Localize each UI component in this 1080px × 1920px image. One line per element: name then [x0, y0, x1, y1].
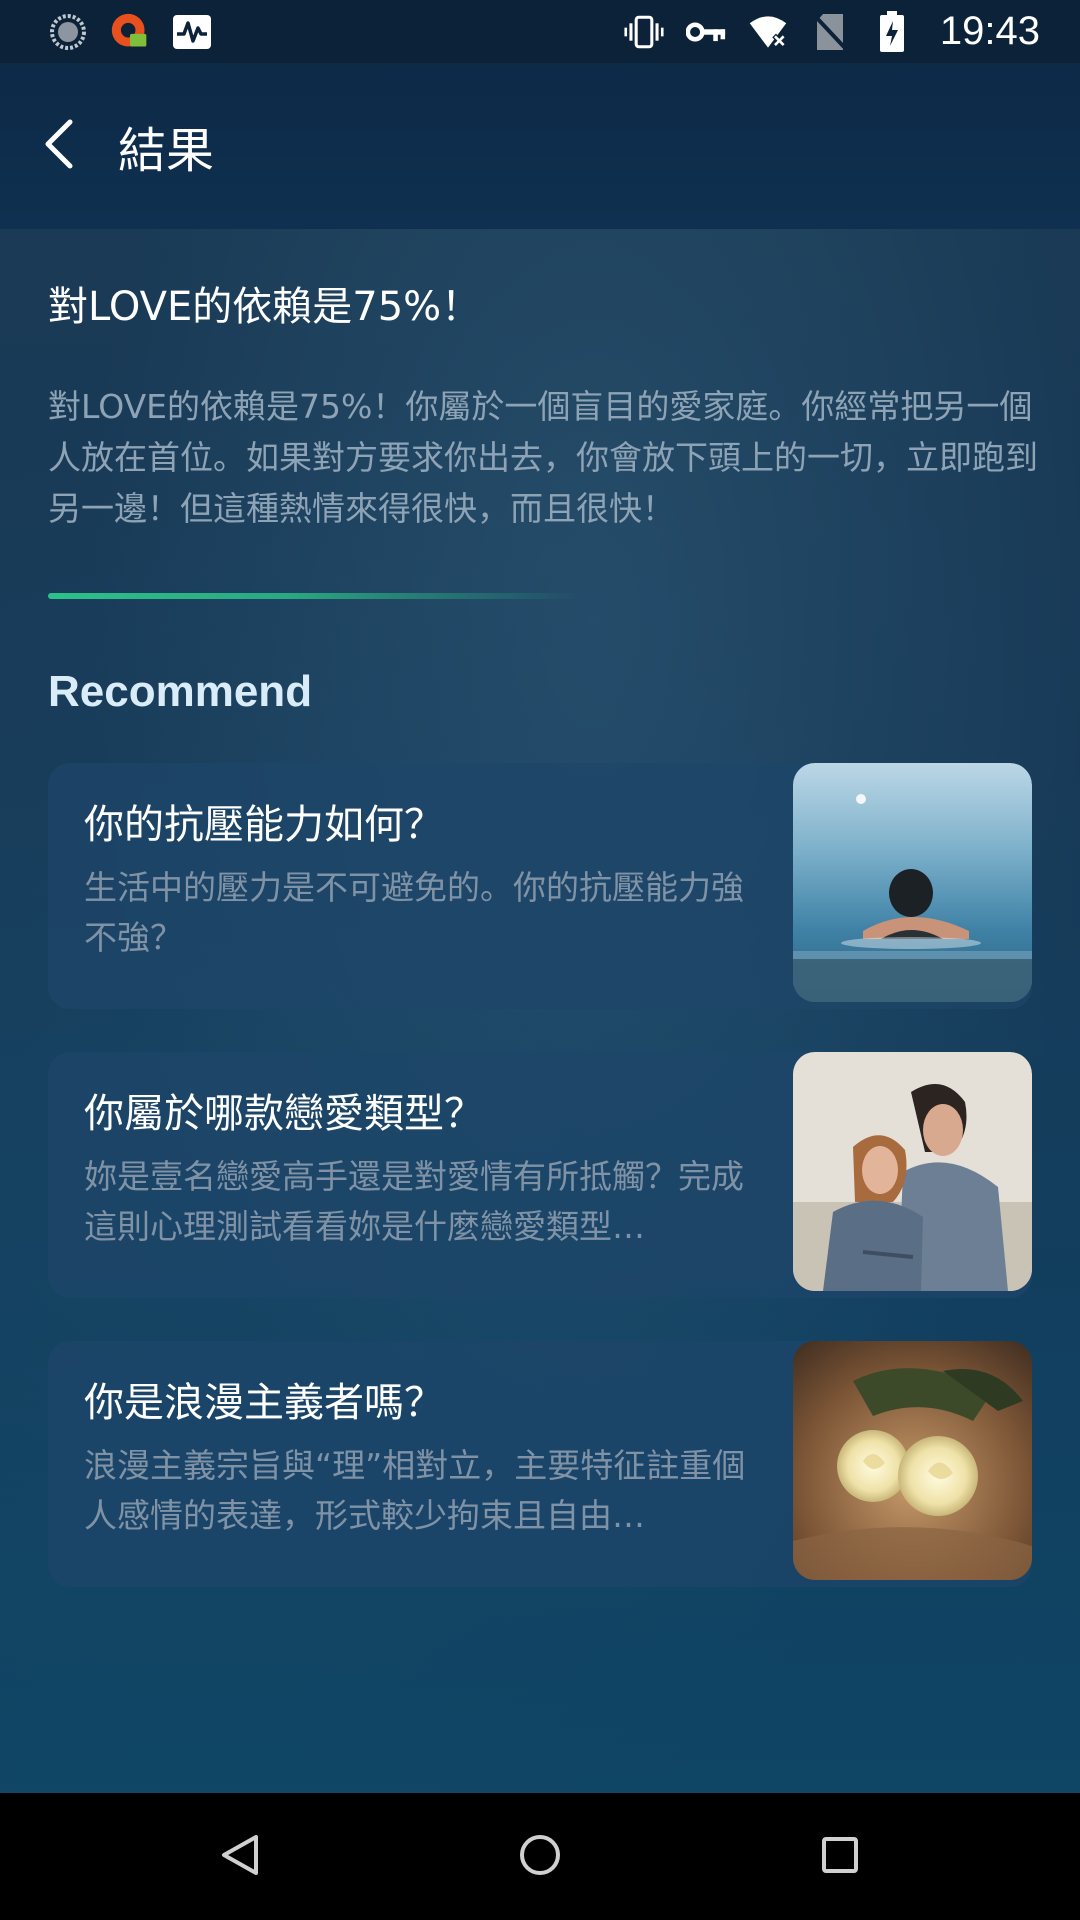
- back-button[interactable]: [0, 86, 120, 206]
- vibrate-icon: [624, 12, 664, 52]
- recents-square-icon: [820, 1835, 860, 1879]
- activity-monitor-icon: [172, 12, 212, 52]
- result-description: 對LOVE的依賴是75%！你屬於一個盲目的愛家庭。你經常把另一個人放在首位。如果…: [48, 387, 1038, 528]
- result-content[interactable]: 對LOVE的依賴是75%！ 對LOVE的依賴是75%！你屬於一個盲目的愛家庭。你…: [0, 229, 1080, 1793]
- nav-back-button[interactable]: [90, 1793, 390, 1920]
- recommend-card-title: 你屬於哪款戀愛類型？: [84, 1091, 484, 1137]
- no-sim-icon: [810, 12, 850, 52]
- back-triangle-icon: [220, 1833, 260, 1881]
- app-bar: 結果: [0, 63, 1080, 229]
- status-bar: 19:43: [0, 0, 1080, 63]
- app-notification-icon: [110, 12, 150, 52]
- white-roses-image: [793, 1341, 1032, 1580]
- recommend-card[interactable]: 你的抗壓能力如何？ 生活中的壓力是不可避免的。你的抗壓能力強不強？: [48, 763, 1032, 1009]
- recommend-card-description: 浪漫主義宗旨與“理”相對立，主要特征註重個人感情的表達，形式較少拘束且自由…: [84, 1446, 746, 1535]
- system-nav-bar: [0, 1793, 1080, 1920]
- nav-recents-button[interactable]: [690, 1793, 990, 1920]
- sync-icon: [48, 12, 88, 52]
- recommend-card-title: 你的抗壓能力如何？: [84, 802, 444, 848]
- recommend-card-description: 妳是壹名戀愛高手還是對愛情有所抵觸？完成這則心理測試看看妳是什麼戀愛類型…: [84, 1157, 744, 1246]
- person-in-infinity-pool-image: [793, 763, 1032, 1002]
- result-title: 對LOVE的依賴是75%！: [48, 284, 482, 330]
- vpn-key-icon: [685, 12, 726, 52]
- recommend-card-description: 生活中的壓力是不可避免的。你的抗壓能力強不強？: [84, 868, 744, 957]
- accent-divider: [48, 593, 578, 599]
- status-time: 19:43: [939, 9, 1040, 53]
- couple-in-denim-jackets-image: [793, 1052, 1032, 1291]
- battery-charging-icon: [872, 10, 912, 52]
- nav-home-button[interactable]: [390, 1793, 690, 1920]
- recommend-card[interactable]: 你屬於哪款戀愛類型？ 妳是壹名戀愛高手還是對愛情有所抵觸？完成這則心理測試看看妳…: [48, 1052, 1032, 1298]
- recommend-heading: Recommend: [48, 667, 313, 716]
- wifi-off-icon: [748, 12, 788, 52]
- page-title: 結果: [118, 123, 215, 179]
- chevron-left-icon: [40, 118, 80, 174]
- recommend-card-title: 你是浪漫主義者嗎？: [84, 1380, 444, 1426]
- home-circle-icon: [518, 1833, 562, 1881]
- recommend-card[interactable]: 你是浪漫主義者嗎？ 浪漫主義宗旨與“理”相對立，主要特征註重個人感情的表達，形式…: [48, 1341, 1032, 1587]
